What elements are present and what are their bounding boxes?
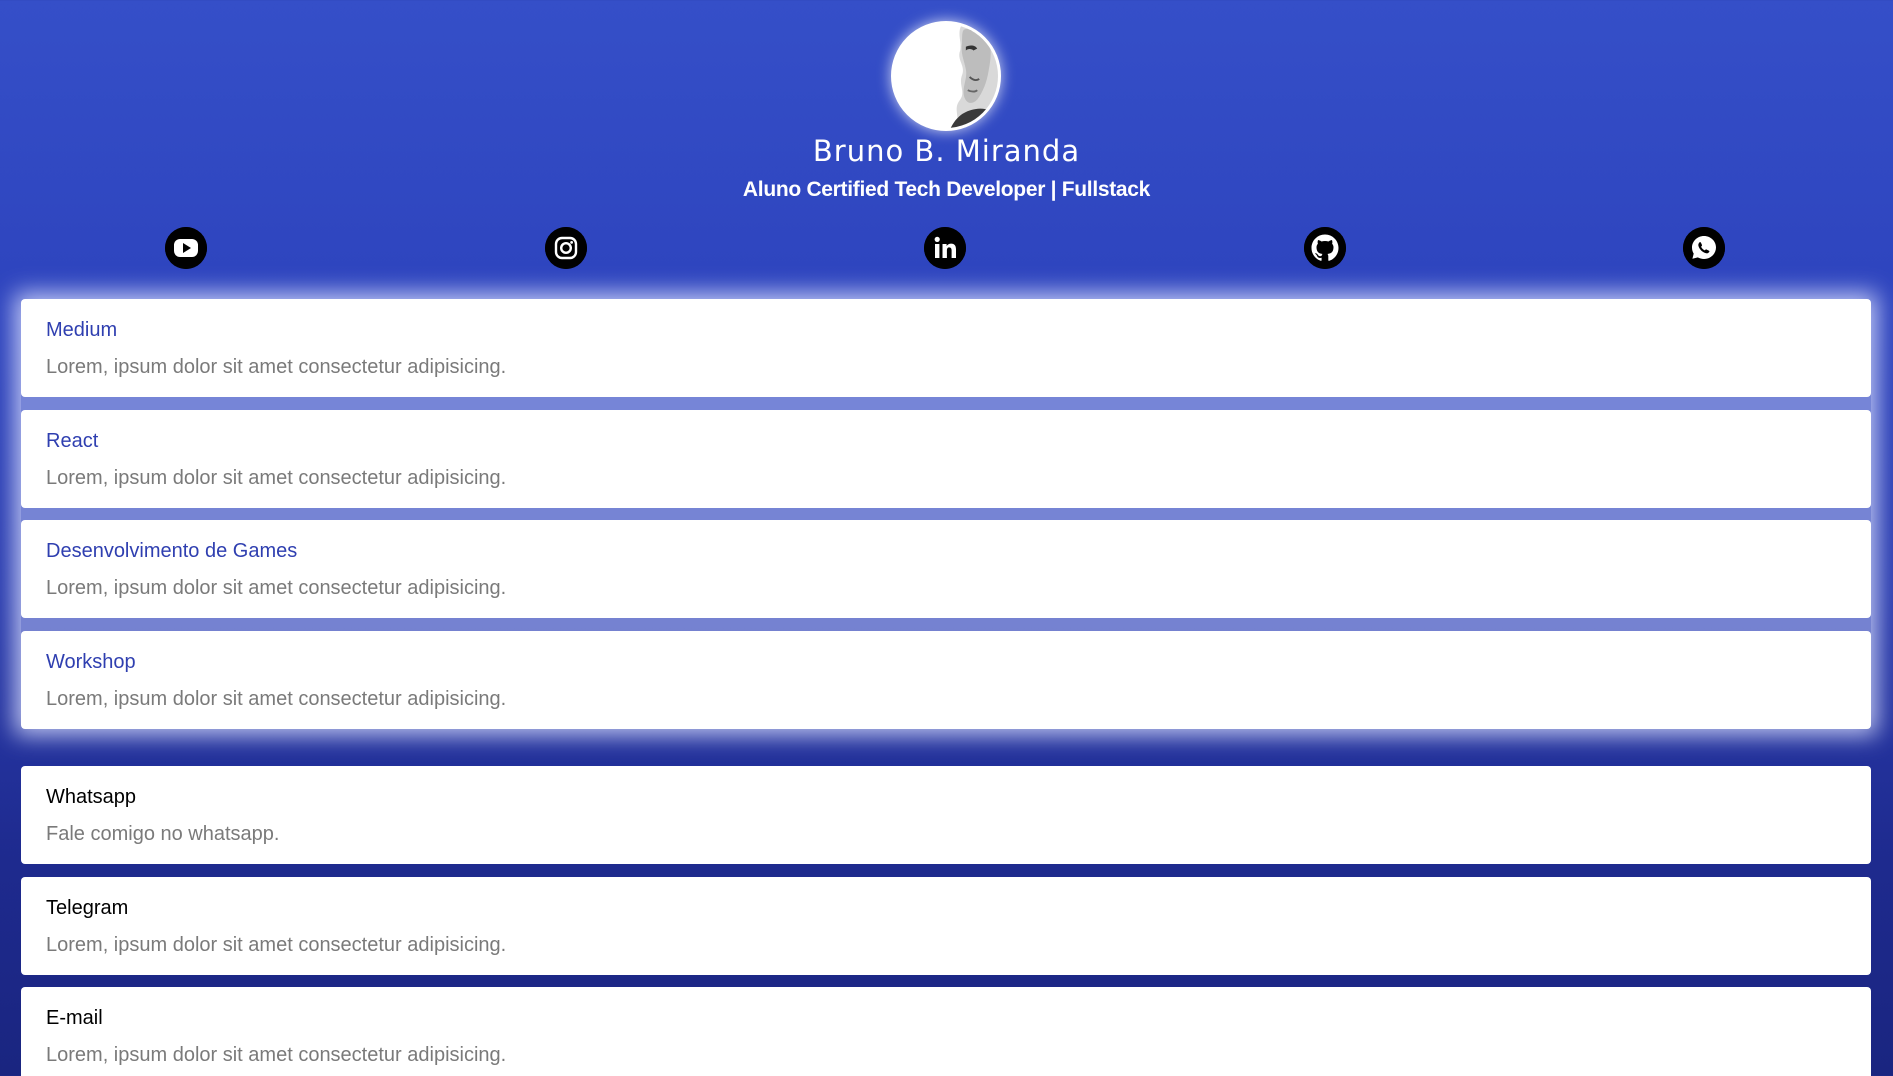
card-description: Lorem, ipsum dolor sit amet consectetur … xyxy=(46,467,507,489)
contact-link-email[interactable]: E-mail Lorem, ipsum dolor sit amet conse… xyxy=(21,987,1871,1076)
featured-link-workshop[interactable]: Workshop Lorem, ipsum dolor sit amet con… xyxy=(21,631,1871,729)
contact-link-telegram[interactable]: Telegram Lorem, ipsum dolor sit amet con… xyxy=(21,877,1871,975)
youtube-link[interactable] xyxy=(165,227,207,269)
linkedin-link[interactable] xyxy=(924,227,966,269)
card-description: Lorem, ipsum dolor sit amet consectetur … xyxy=(46,356,507,378)
card-description: Lorem, ipsum dolor sit amet consectetur … xyxy=(46,1044,507,1066)
card-description: Fale comigo no whatsapp. xyxy=(46,823,280,845)
card-title: Medium xyxy=(46,319,118,341)
whatsapp-icon xyxy=(1683,227,1725,269)
card-title: Whatsapp xyxy=(46,786,137,808)
profile-header: Bruno B. Miranda Aluno Certified Tech De… xyxy=(0,0,1893,290)
card-description: Lorem, ipsum dolor sit amet consectetur … xyxy=(46,577,507,599)
whatsapp-link[interactable] xyxy=(1683,227,1725,269)
card-title: E-mail xyxy=(46,1007,103,1029)
card-title: React xyxy=(46,430,99,452)
card-title: Workshop xyxy=(46,651,136,673)
avatar-photo xyxy=(894,24,998,128)
card-description: Lorem, ipsum dolor sit amet consectetur … xyxy=(46,934,507,956)
instagram-link[interactable] xyxy=(545,227,587,269)
featured-link-games[interactable]: Desenvolvimento de Games Lorem, ipsum do… xyxy=(21,520,1871,618)
featured-link-medium[interactable]: Medium Lorem, ipsum dolor sit amet conse… xyxy=(21,299,1871,397)
github-link[interactable] xyxy=(1304,227,1346,269)
card-description: Lorem, ipsum dolor sit amet consectetur … xyxy=(46,688,507,710)
featured-link-react[interactable]: React Lorem, ipsum dolor sit amet consec… xyxy=(21,410,1871,508)
github-icon xyxy=(1304,227,1346,269)
profile-role: Aluno Certified Tech Developer | Fullsta… xyxy=(742,178,1151,201)
youtube-icon xyxy=(165,227,207,269)
card-title: Telegram xyxy=(46,897,129,919)
instagram-icon xyxy=(545,227,587,269)
card-title: Desenvolvimento de Games xyxy=(46,540,298,562)
profile-name: Bruno B. Miranda xyxy=(812,134,1081,168)
linkedin-icon xyxy=(924,227,966,269)
profile-avatar xyxy=(891,21,1001,131)
contact-link-whatsapp[interactable]: Whatsapp Fale comigo no whatsapp. xyxy=(21,766,1871,864)
